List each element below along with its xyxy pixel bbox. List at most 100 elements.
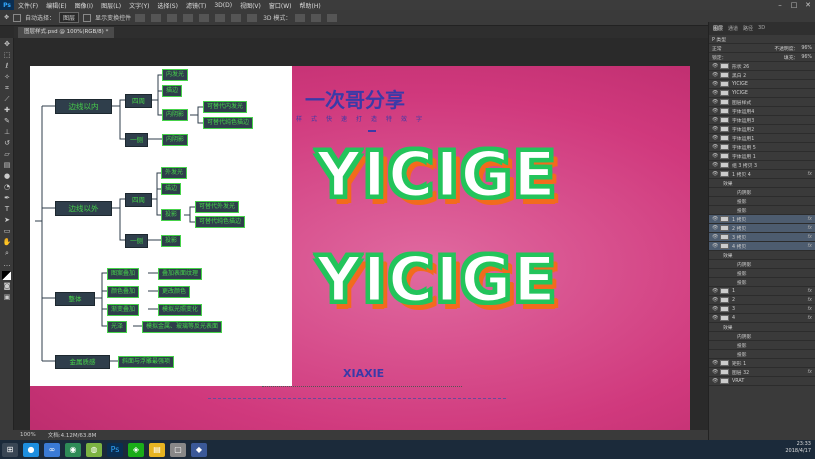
system-clock[interactable]: 23:33 2018/4/17 [785, 441, 811, 455]
layer-filter-dropdown[interactable]: P 类型 [712, 36, 726, 43]
desc-texture[interactable]: 叠加表面纹理 [158, 268, 203, 280]
leaf-drop-shadow-side[interactable]: 投影 [161, 235, 182, 247]
screen-mode-icon[interactable]: ▣ [2, 293, 12, 302]
layer-row[interactable]: 效果 [709, 251, 815, 260]
node-outer-all-around[interactable]: 四周 [125, 193, 152, 207]
visibility-eye-icon[interactable]: 👁 [712, 153, 718, 159]
leaf-replace-outer-glow[interactable]: 可替代外发光 [195, 201, 240, 213]
menu-image[interactable]: 图像(I) [71, 1, 97, 10]
auto-select-dropdown[interactable]: 图层 [59, 12, 80, 23]
layer-row[interactable]: 👁 字体运用1 [709, 134, 815, 143]
layer-row[interactable]: 👁 字体运用2 [709, 125, 815, 134]
3d-drag-icon[interactable] [327, 13, 338, 22]
qq-icon[interactable]: ● [23, 442, 39, 457]
layer-row[interactable]: 👁 1 拷贝 fx [709, 215, 815, 224]
menu-layer[interactable]: 图层(L) [97, 1, 125, 10]
visibility-eye-icon[interactable]: 👁 [712, 135, 718, 141]
layer-row[interactable]: 👁 矩形 1 [709, 359, 815, 368]
layer-row[interactable]: 内阴影 [709, 188, 815, 197]
photoshop-taskbar-icon[interactable]: Ps [107, 442, 123, 457]
visibility-eye-icon[interactable]: 👁 [712, 216, 718, 222]
align-left-icon[interactable] [183, 13, 194, 22]
opacity-input[interactable]: 96% [801, 46, 812, 51]
visibility-eye-icon[interactable]: 👁 [712, 234, 718, 240]
layer-row[interactable]: 👁 YICIGE [709, 80, 815, 89]
layer-row[interactable]: 👁 3 拷贝 fx [709, 233, 815, 242]
file-explorer-icon[interactable]: ▤ [149, 442, 165, 457]
layer-row[interactable]: 投影 [709, 341, 815, 350]
align-right-icon[interactable] [215, 13, 226, 22]
align-center-icon[interactable] [199, 13, 210, 22]
layer-row[interactable]: 效果 [709, 323, 815, 332]
effect-text-bottom[interactable]: YICIGE [315, 242, 558, 318]
auto-select-checkbox[interactable] [13, 13, 22, 22]
hand-tool-icon[interactable]: ✋ [2, 238, 12, 247]
layer-row[interactable]: 👁 字体运用3 [709, 116, 815, 125]
tab-channels[interactable]: 通道 [728, 25, 738, 32]
visibility-eye-icon[interactable]: 👁 [712, 117, 718, 123]
dodge-tool-icon[interactable]: ◔ [2, 183, 12, 192]
node-inner-one-side[interactable]: 一侧 [125, 133, 148, 147]
layer-fx-badge[interactable]: fx [807, 307, 812, 312]
stamp-tool-icon[interactable]: ⊥ [2, 128, 12, 137]
marquee-tool-icon[interactable]: ⬚ [2, 51, 12, 60]
visibility-eye-icon[interactable]: 👁 [712, 72, 718, 78]
layer-fx-badge[interactable]: fx [807, 244, 812, 249]
path-select-icon[interactable]: ➤ [2, 216, 12, 225]
branch-outside-edge[interactable]: 边线以外 [55, 201, 112, 216]
layer-row[interactable]: 👁 VRAT [709, 377, 815, 386]
branch-whole[interactable]: 整体 [55, 292, 95, 306]
eyedropper-icon[interactable]: ⟋ [2, 95, 12, 104]
leaf-outer-glow[interactable]: 外发光 [161, 167, 188, 179]
menu-3d[interactable]: 3D(D) [210, 2, 236, 9]
visibility-eye-icon[interactable]: 👁 [712, 144, 718, 150]
tab-3d[interactable]: 3D [758, 25, 765, 32]
3d-roll-icon[interactable] [311, 13, 322, 22]
layer-row[interactable]: 👁 4 拷贝 fx [709, 242, 815, 251]
layer-row[interactable]: 👁 1 fx [709, 287, 815, 296]
show-transform-checkbox[interactable] [83, 13, 92, 22]
pen-tool-icon[interactable]: ✒ [2, 194, 12, 203]
layer-row[interactable]: 👁 2 拷贝 fx [709, 224, 815, 233]
leaf-gradient-overlay[interactable]: 渐变叠加 [107, 304, 140, 316]
layer-row[interactable]: 👁 4 fx [709, 314, 815, 323]
leaf-replace-inner-glow[interactable]: 可替代内发光 [203, 101, 248, 113]
menu-select[interactable]: 选择(S) [153, 1, 182, 10]
visibility-eye-icon[interactable]: 👁 [712, 171, 718, 177]
leaf-outer-stroke[interactable]: 描边 [161, 183, 182, 195]
align-middle-icon[interactable] [151, 13, 162, 22]
layer-row[interactable]: 👁 字体运用4 [709, 107, 815, 116]
leaf-inner-shadow-side[interactable]: 内阴影 [162, 134, 189, 146]
layer-row[interactable]: 投影 [709, 206, 815, 215]
zoom-level[interactable]: 100% [20, 432, 36, 438]
layer-fx-badge[interactable]: fx [807, 172, 812, 177]
visibility-eye-icon[interactable]: 👁 [712, 360, 718, 366]
more-tools-icon[interactable]: … [2, 260, 12, 269]
move-tool-icon[interactable]: ✥ [2, 40, 12, 49]
menu-window[interactable]: 窗口(W) [265, 1, 296, 10]
app-window-icon[interactable]: ▢ [170, 442, 186, 457]
layer-row[interactable]: 👁 1 拷贝 4 fx [709, 170, 815, 179]
visibility-eye-icon[interactable]: 👁 [712, 297, 718, 303]
wechat-icon[interactable]: ◈ [128, 442, 144, 457]
layer-row[interactable]: 投影 [709, 350, 815, 359]
leaf-inner-shadow[interactable]: 内阴影 [162, 109, 189, 121]
maximize-icon[interactable]: □ [787, 0, 801, 10]
desc-change-color[interactable]: 更改颜色 [158, 286, 191, 298]
desc-metal-glass[interactable]: 模拟金属、玻璃等反光表面 [142, 321, 223, 333]
magic-wand-icon[interactable]: ✧ [2, 73, 12, 82]
visibility-eye-icon[interactable]: 👁 [712, 243, 718, 249]
layer-row[interactable]: 👁 形状 26 [709, 62, 815, 71]
layer-row[interactable]: 效果 [709, 179, 815, 188]
blue-app-icon[interactable]: ◆ [191, 442, 207, 457]
visibility-eye-icon[interactable]: 👁 [712, 315, 718, 321]
start-button-icon[interactable]: ⊞ [2, 442, 18, 457]
layer-fx-badge[interactable]: fx [807, 370, 812, 375]
shape-tool-icon[interactable]: ▭ [2, 227, 12, 236]
menu-view[interactable]: 视图(V) [236, 1, 265, 10]
layer-row[interactable]: 内阴影 [709, 260, 815, 269]
tab-layers[interactable]: 图层 [713, 25, 723, 32]
blur-tool-icon[interactable]: ● [2, 172, 12, 181]
layer-fx-badge[interactable]: fx [807, 316, 812, 321]
leaf-inner-stroke[interactable]: 描边 [162, 85, 183, 97]
